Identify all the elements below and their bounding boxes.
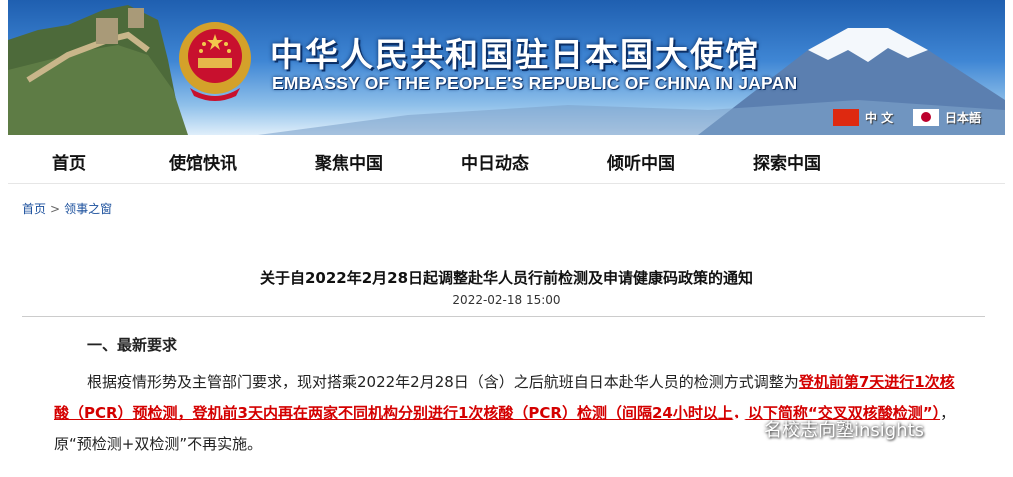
embassy-title-zh: 中华人民共和国驻日本国大使馆 [270,35,760,74]
main-nav: 首页 使馆快讯 聚焦中国 中日动态 倾听中国 探索中国 [8,135,1005,184]
lang-switch-ja[interactable]: 日本語 [913,108,981,126]
article-title: 关于自2022年2月28日起调整赴华人员行前检测及申请健康码政策的通知 [259,269,754,287]
para-lead: 根据疫情形势及主管部门要求，现对搭乘2022年2月28日（含）之后航班自日本赴华… [87,373,799,391]
section-heading: 一、最新要求 [87,336,178,354]
watermark-text: 名校志向塾insights [764,420,925,441]
lang-switch-zh[interactable]: 中 文 [833,108,893,126]
japan-flag-icon [913,108,939,126]
nav-relations[interactable]: 中日动态 [461,149,529,174]
watermark: 名校志向塾insights [728,416,924,442]
article-date: 2022-02-18 15:00 [452,293,561,307]
lang-zh-label: 中 文 [865,110,894,125]
nav-news[interactable]: 使馆快讯 [169,149,237,174]
china-flag-icon [833,108,859,126]
nav-home[interactable]: 首页 [52,149,86,174]
divider [22,316,985,317]
breadcrumb-separator: > [50,202,61,216]
breadcrumb-section[interactable]: 领事之窗 [64,202,112,216]
embassy-title-en: EMBASSY OF THE PEOPLE'S REPUBLIC OF CHIN… [272,73,798,93]
lang-ja-label: 日本語 [945,110,982,125]
national-emblem-icon [179,22,251,101]
breadcrumb-home[interactable]: 首页 [22,202,46,216]
wechat-icon [728,418,757,440]
article-paragraph: 根据疫情形势及主管部门要求，现对搭乘2022年2月28日（含）之后航班自日本赴华… [54,367,960,460]
header-banner: 中华人民共和国驻日本国大使馆 EMBASSY OF THE PEOPLE'S R… [8,0,1005,135]
breadcrumb: 首页 > 领事之窗 [22,200,112,217]
nav-listen[interactable]: 倾听中国 [607,149,675,174]
nav-explore[interactable]: 探索中国 [753,149,821,174]
nav-focus[interactable]: 聚焦中国 [315,149,383,174]
